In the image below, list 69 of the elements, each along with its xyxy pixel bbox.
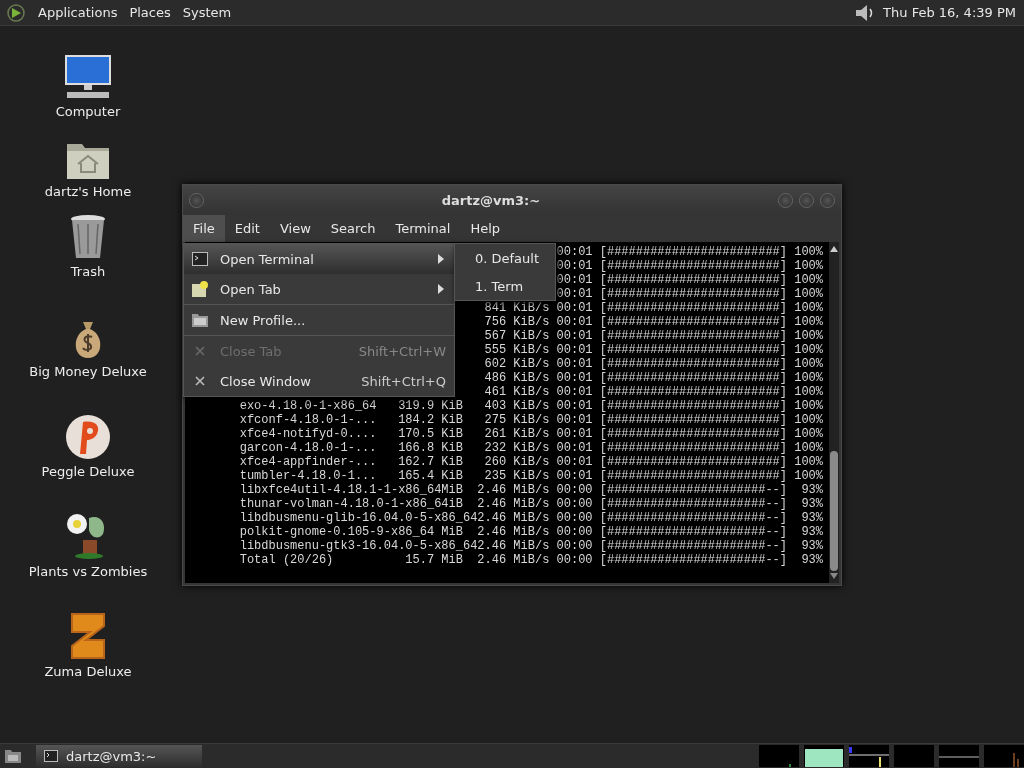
terminal-line: 00:01 [########################] 100% <box>556 245 823 259</box>
terminal-icon <box>44 750 58 762</box>
terminal-line: 602 KiB/s 00:01 [########################] 100% <box>484 357 823 371</box>
terminal-line: 461 KiB/s 00:01 [########################] 100% <box>484 385 823 399</box>
terminal-line: Total (20/26) 15.7 MiB 2.46 MiB/s 00:00 [######################--] 93% <box>239 553 823 567</box>
cpu-graph <box>759 745 799 767</box>
terminal-line: libxfce4util-4.18.1-1-x86_64MiB 2.46 MiB/s 00:00 [######################--] 93% <box>239 483 823 497</box>
load-graph <box>939 745 979 767</box>
menu-logo-icon[interactable] <box>6 2 26 23</box>
swap-graph <box>894 745 934 767</box>
terminal-line: garcon-4.18.0-1-... 166.8 KiB 232 KiB/s 00:01 [########################] 100% <box>239 441 823 455</box>
panel-menu[interactable]: System <box>176 5 238 20</box>
terminal-line: 756 KiB/s 00:01 [########################] 100% <box>484 315 823 329</box>
folder-icon <box>192 313 208 327</box>
terminal-line: xfce4-notifyd-0.... 170.5 KiB 261 KiB/s 00:01 [########################] 100% <box>239 427 823 441</box>
menu-item[interactable]: 0. Default <box>455 244 555 272</box>
task-button[interactable]: dartz@vm3:~ <box>36 745 202 767</box>
menu-bar-item[interactable]: Help <box>460 215 511 242</box>
menu-bar-item[interactable]: View <box>269 215 321 242</box>
desktop-icon-label[interactable]: Big Money Deluxe <box>29 364 147 379</box>
desktop-icon-label[interactable]: Computer <box>55 104 121 119</box>
terminal-line: 841 KiB/s 00:01 [########################] 100% <box>484 301 823 315</box>
trash-icon[interactable] <box>68 214 108 260</box>
menu-bar-item[interactable]: File <box>183 215 225 242</box>
terminal-line: 567 KiB/s 00:01 [########################] 100% <box>484 329 823 343</box>
new-tab-icon <box>192 281 208 297</box>
show-desktop-icon[interactable] <box>4 748 22 764</box>
menu-item[interactable]: 1. Term <box>455 272 555 300</box>
terminal-line: 555 KiB/s 00:01 [########################] 100% <box>484 343 823 357</box>
terminal-line: 00:01 [########################] 100% <box>556 273 823 287</box>
disk-graph <box>984 745 1024 767</box>
menu-item[interactable]: Open Terminal <box>184 244 454 274</box>
desktop-icon-label[interactable]: dartz's Home <box>44 184 132 199</box>
terminal-line: 00:01 [########################] 100% <box>556 287 823 301</box>
terminal-line: 00:01 [########################] 100% <box>556 259 823 273</box>
terminal-line: xfconf-4.18.0-1-... 184.2 KiB 275 KiB/s 00:01 [########################] 100% <box>239 413 823 427</box>
terminal-line: libdbusmenu-glib-16.04.0-5-x86_642.46 MiB/s 00:00 [######################--] 93% <box>239 511 823 525</box>
terminal-line: xfce4-appfinder-... 162.7 KiB 260 KiB/s 00:01 [########################] 100% <box>239 455 823 469</box>
terminal-icon <box>192 252 208 266</box>
menu-item[interactable]: Open Tab <box>184 274 454 304</box>
menu-item[interactable]: Close Window Shift+Ctrl+Q <box>184 366 454 396</box>
clock[interactable]: Thu Feb 16, 4:39 PM <box>883 5 1020 20</box>
scrollbar[interactable] <box>829 242 839 583</box>
network-graph <box>849 745 889 767</box>
peggle-ball-icon[interactable] <box>65 414 111 460</box>
stone-block-icon[interactable] <box>68 612 108 660</box>
close-icon <box>195 376 205 386</box>
menu-bar-item[interactable]: Search <box>320 215 386 242</box>
desktop-icon-label[interactable]: Zuma Deluxe <box>44 664 132 679</box>
panel-menu[interactable]: Applications <box>32 5 124 20</box>
close-icon <box>195 346 205 356</box>
menu-bar-item[interactable]: Terminal <box>385 215 461 242</box>
scroll-up-icon[interactable] <box>830 246 838 252</box>
terminal-line: polkit-gnome-0.105-9-x86_64 MiB 2.46 MiB/s 00:00 [######################--] 93% <box>239 525 823 539</box>
terminal-line: 486 KiB/s 00:01 [########################] 100% <box>484 371 823 385</box>
window-title: dartz@vm3:~ <box>440 192 542 208</box>
terminal-line: libdbusmenu-gtk3-16.04.0-5-x86_642.46 MiB/s 00:00 [######################--] 93% <box>239 539 823 553</box>
terminal-line: exo-4.18.0-1-x86_64 319.9 KiB 403 KiB/s 00:01 [########################] 100% <box>239 399 823 413</box>
menu-item[interactable]: New Profile... <box>184 305 454 335</box>
terminal-line: thunar-volman-4.18.0-1-x86_64iB 2.46 MiB/s 00:00 [######################--] 93% <box>239 497 823 511</box>
menu-bar-item[interactable]: Edit <box>224 215 270 242</box>
memory-graph <box>804 745 844 767</box>
desktop-icon-label[interactable]: Peggle Deluxe <box>41 464 135 479</box>
terminal-line: tumbler-4.18.0-1... 165.4 KiB 235 KiB/s 00:01 [########################] 100% <box>239 469 823 483</box>
desktop-icon-label[interactable]: Plants vs Zombies <box>28 564 148 579</box>
panel-menu[interactable]: Places <box>123 5 177 20</box>
computer-icon[interactable] <box>63 54 113 100</box>
scroll-down-icon[interactable] <box>830 573 838 579</box>
desktop-icon-label[interactable]: Trash <box>70 264 106 279</box>
